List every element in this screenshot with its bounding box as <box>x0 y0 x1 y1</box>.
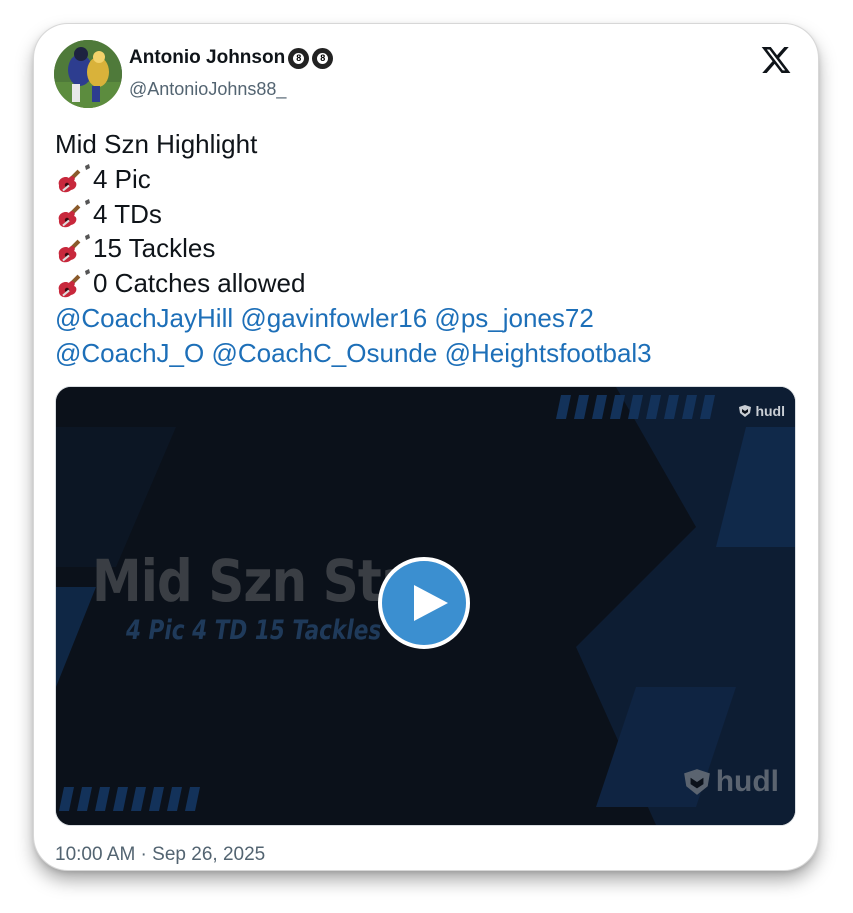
guitar-icon <box>58 233 90 263</box>
hudl-watermark: hudl <box>682 765 779 799</box>
stat-line: 4 TDs <box>55 197 652 232</box>
video-player[interactable]: Mid Szn Sta 4 Pic 4 TD 15 Tackles hudl h… <box>55 386 796 826</box>
author-name[interactable]: Antonio Johnson <box>129 47 285 69</box>
stat-text: 4 Pic <box>93 163 151 194</box>
guitar-icon <box>58 198 90 228</box>
play-button[interactable] <box>378 557 470 649</box>
x-logo-icon[interactable] <box>760 44 792 76</box>
mention-link[interactable]: @ps_jones72 <box>434 301 593 336</box>
mention-link[interactable]: @gavinfowler16 <box>240 301 427 336</box>
hudl-watermark-small: hudl <box>738 403 785 419</box>
author-row: Antonio Johnson 8 8 <box>129 47 334 69</box>
author-handle[interactable]: @AntonioJohns88_ <box>129 79 286 100</box>
stat-text: 15 Tackles <box>93 233 216 264</box>
video-overlay-subtitle: 4 Pic 4 TD 15 Tackles <box>126 615 382 646</box>
stat-line: 4 Pic <box>55 162 652 197</box>
stat-text: 0 Catches allowed <box>93 268 306 299</box>
pool-ball-8-icon: 8 <box>312 47 334 69</box>
stat-text: 4 TDs <box>93 198 162 229</box>
post-title-line: Mid Szn Highlight <box>55 129 258 159</box>
mentions-line: @CoachJ_O @CoachC_Osunde @Heightsfootbal… <box>55 336 652 371</box>
pool-ball-8-icon: 8 <box>288 47 310 69</box>
mention-link[interactable]: @CoachC_Osunde <box>211 336 437 371</box>
avatar[interactable] <box>54 40 122 108</box>
play-icon <box>414 585 448 621</box>
post-timestamp[interactable]: 10:00 AM · Sep 26, 2025 <box>55 844 265 866</box>
hudl-logo-icon <box>683 769 710 795</box>
stat-line: 0 Catches allowed <box>55 266 652 301</box>
hudl-logo-icon <box>739 405 752 417</box>
mentions-line: @CoachJayHill @gavinfowler16 @ps_jones72 <box>55 301 652 336</box>
post-body: Mid Szn Highlight 4 Pic 4 TDs 15 Tackles… <box>55 127 652 371</box>
mention-link[interactable]: @CoachJayHill <box>55 301 233 336</box>
stat-line: 15 Tackles <box>55 231 652 266</box>
mention-link[interactable]: @Heightsfootbal3 <box>445 336 652 371</box>
guitar-icon <box>58 268 90 297</box>
mention-link[interactable]: @CoachJ_O <box>55 336 204 371</box>
video-overlay-title: Mid Szn Sta <box>92 547 414 615</box>
post-card: Antonio Johnson 8 8 @AntonioJohns88_ Mid… <box>34 24 818 870</box>
guitar-icon <box>58 164 90 193</box>
